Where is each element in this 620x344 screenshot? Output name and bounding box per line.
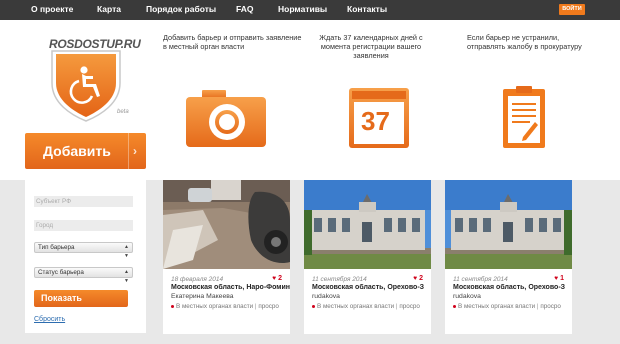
logo-text: ROSDOSTUP.RU bbox=[49, 37, 141, 51]
barrier-status-select[interactable]: Статус барьера ▲ ▼ bbox=[34, 267, 133, 284]
add-barrier-button[interactable]: Добавить › bbox=[25, 133, 146, 169]
status-text: В местных органах власти bbox=[176, 303, 254, 310]
comment-count: ♥ 2 bbox=[272, 275, 282, 282]
nav-contacts[interactable]: Контакты bbox=[347, 4, 387, 14]
status-text: В местных органах власти bbox=[317, 303, 395, 310]
heart-icon: ♥ bbox=[554, 275, 559, 282]
nav-procedure[interactable]: Порядок работы bbox=[146, 4, 216, 14]
calendar-number: 37 bbox=[361, 106, 390, 136]
card-date: 11 сентября 2014 bbox=[453, 276, 508, 283]
step-1-text: Добавить барьер и отправить заявление в … bbox=[163, 33, 302, 51]
status-dot-icon bbox=[171, 304, 174, 308]
count-value: 2 bbox=[278, 275, 282, 282]
show-button-label: Показать bbox=[41, 293, 82, 303]
add-button-label: Добавить bbox=[43, 143, 111, 159]
count-value: 1 bbox=[560, 275, 564, 282]
card-date: 18 февраля 2014 bbox=[171, 276, 224, 283]
status-extra: просро bbox=[258, 303, 279, 310]
card-author[interactable]: rudakova bbox=[453, 293, 481, 300]
step-3-text: Если барьер не устранили, отправлять жал… bbox=[467, 33, 582, 51]
select-arrows-icon: ▲ ▼ bbox=[124, 244, 129, 259]
status-text: В местных органах власти bbox=[458, 303, 536, 310]
login-button[interactable]: ВОЙТИ bbox=[559, 4, 585, 15]
barrier-card[interactable]: 11 сентября 2014 ♥ 1 Московская область,… bbox=[445, 180, 572, 334]
barrier-card[interactable]: 18 февраля 2014 ♥ 2 Московская область, … bbox=[163, 180, 290, 334]
top-nav: О проекте Карта Порядок работы FAQ Норма… bbox=[0, 0, 620, 20]
nav-regulations[interactable]: Нормативы bbox=[278, 4, 327, 14]
document-icon bbox=[503, 86, 545, 148]
barrier-status-value: Статус барьера bbox=[38, 269, 84, 276]
barrier-type-value: Тип барьера bbox=[38, 244, 75, 251]
count-value: 2 bbox=[419, 275, 423, 282]
card-author[interactable]: rudakova bbox=[312, 293, 340, 300]
reset-link[interactable]: Сбросить bbox=[34, 316, 65, 323]
barrier-card[interactable]: 11 сентября 2014 ♥ 2 Московская область,… bbox=[304, 180, 431, 334]
card-status: В местных органах власти | просро bbox=[312, 303, 431, 310]
status-extra: просро bbox=[399, 303, 420, 310]
card-photo-building bbox=[304, 180, 431, 269]
card-status: В местных органах власти | просро bbox=[171, 303, 290, 310]
city-input[interactable]: Город bbox=[34, 220, 133, 231]
button-separator bbox=[128, 133, 129, 169]
status-dot-icon bbox=[312, 304, 315, 308]
chevron-right-icon: › bbox=[133, 144, 137, 158]
nav-about[interactable]: О проекте bbox=[31, 4, 73, 14]
camera-icon bbox=[186, 90, 266, 147]
card-photo-snow-street bbox=[163, 180, 290, 269]
heart-icon: ♥ bbox=[413, 275, 418, 282]
status-dot-icon bbox=[453, 304, 456, 308]
nav-map[interactable]: Карта bbox=[97, 4, 121, 14]
card-author[interactable]: Екатерина Макеева bbox=[171, 293, 234, 300]
barrier-type-select[interactable]: Тип барьера ▲ ▼ bbox=[34, 242, 133, 259]
select-arrows-icon: ▲ ▼ bbox=[124, 269, 129, 284]
step-2-text: Ждать 37 календарных дней с момента реги… bbox=[319, 33, 423, 60]
comment-count: ♥ 1 bbox=[554, 275, 564, 282]
card-status: В местных органах власти | просро bbox=[453, 303, 572, 310]
show-button[interactable]: Показать bbox=[34, 290, 128, 307]
card-location[interactable]: Московская область, Орехово-З bbox=[453, 284, 572, 291]
heart-icon: ♥ bbox=[272, 275, 277, 282]
subject-input[interactable]: Субъект РФ bbox=[34, 196, 133, 207]
nav-faq[interactable]: FAQ bbox=[236, 4, 253, 14]
comment-count: ♥ 2 bbox=[413, 275, 423, 282]
card-location[interactable]: Московская область, Наро-Фомин bbox=[171, 284, 290, 291]
card-photo-building bbox=[445, 180, 572, 269]
card-location[interactable]: Московская область, Орехово-З bbox=[312, 284, 431, 291]
beta-label: beta bbox=[117, 109, 129, 115]
card-date: 11 сентября 2014 bbox=[312, 276, 367, 283]
status-extra: просро bbox=[540, 303, 561, 310]
